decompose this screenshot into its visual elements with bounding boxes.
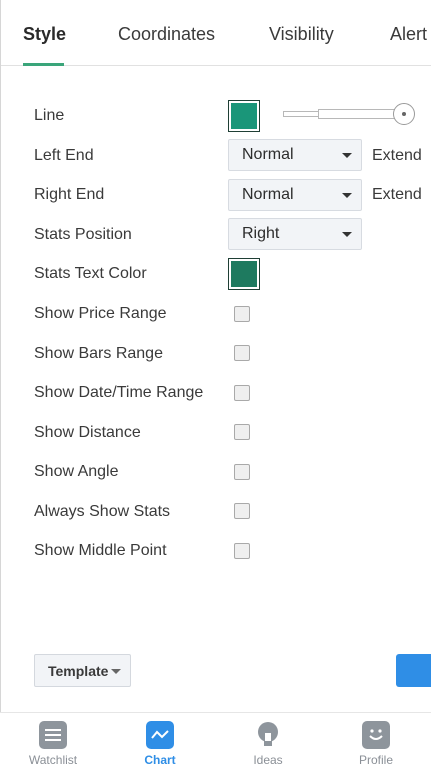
tab-visibility[interactable]: Visibility (269, 24, 334, 45)
slider-knob[interactable] (393, 103, 415, 125)
right-end-label: Right End (34, 186, 105, 203)
slider-track-segment (318, 109, 402, 119)
nav-ideas-label: Ideas (253, 753, 283, 767)
show-distance-label: Show Distance (34, 424, 141, 441)
tab-style[interactable]: Style (23, 24, 66, 45)
tab-bar: Style Coordinates Visibility Alert (1, 0, 431, 66)
active-tab-indicator (23, 63, 64, 66)
show-middle-point-label: Show Middle Point (34, 542, 167, 559)
bottom-navigation: Watchlist Chart Ideas Profile (0, 712, 431, 775)
tab-alert[interactable]: Alert (390, 24, 427, 45)
nav-watchlist[interactable]: Watchlist (18, 721, 88, 767)
lightbulb-icon (254, 721, 282, 749)
show-price-range-label: Show Price Range (34, 305, 167, 322)
right-end-select[interactable]: Normal (228, 179, 362, 211)
stats-text-color-fill (231, 261, 257, 287)
show-price-range-checkbox[interactable] (234, 306, 250, 322)
show-distance-checkbox[interactable] (234, 424, 250, 440)
stats-text-color-label: Stats Text Color (34, 265, 147, 282)
list-icon (39, 721, 67, 749)
show-middle-point-checkbox[interactable] (234, 543, 250, 559)
stats-position-select[interactable]: Right (228, 218, 362, 250)
line-label: Line (34, 107, 65, 124)
nav-profile[interactable]: Profile (341, 721, 411, 767)
nav-profile-label: Profile (358, 753, 393, 767)
show-date-time-range-checkbox[interactable] (234, 385, 250, 401)
show-date-time-range-label: Show Date/Time Range (34, 384, 204, 401)
show-angle-checkbox[interactable] (234, 464, 250, 480)
line-color-fill (231, 103, 257, 129)
left-end-value: Normal (242, 146, 294, 163)
nav-chart[interactable]: Chart (125, 721, 195, 767)
template-button-label: Template (48, 663, 109, 679)
nav-watchlist-label: Watchlist (28, 753, 78, 767)
show-angle-label: Show Angle (34, 463, 119, 480)
show-bars-range-label: Show Bars Range (34, 345, 163, 362)
left-end-select[interactable]: Normal (228, 139, 362, 171)
always-show-stats-checkbox[interactable] (234, 503, 250, 519)
ok-button[interactable] (396, 654, 431, 687)
smiley-icon (362, 721, 390, 749)
show-bars-range-checkbox[interactable] (234, 345, 250, 361)
right-end-value: Normal (242, 186, 294, 203)
tab-coordinates[interactable]: Coordinates (118, 24, 215, 45)
left-end-label: Left End (34, 147, 94, 164)
chevron-down-icon (342, 232, 352, 237)
stats-position-value: Right (242, 225, 280, 242)
left-extend-label[interactable]: Extend (372, 147, 422, 165)
stats-position-label: Stats Position (34, 226, 132, 243)
chevron-down-icon (111, 669, 121, 674)
nav-ideas[interactable]: Ideas (233, 721, 303, 767)
template-button[interactable]: Template (34, 654, 131, 687)
right-extend-label[interactable]: Extend (372, 186, 422, 204)
chevron-down-icon (342, 153, 352, 158)
stats-text-color-swatch[interactable] (228, 258, 260, 290)
drawing-settings-dialog: Style Coordinates Visibility Alert Line … (0, 0, 431, 712)
line-color-swatch[interactable] (228, 100, 260, 132)
line-width-slider[interactable] (283, 103, 415, 127)
always-show-stats-label: Always Show Stats (34, 503, 171, 520)
nav-chart-label: Chart (144, 753, 176, 767)
chart-icon (146, 721, 174, 749)
chevron-down-icon (342, 193, 352, 198)
